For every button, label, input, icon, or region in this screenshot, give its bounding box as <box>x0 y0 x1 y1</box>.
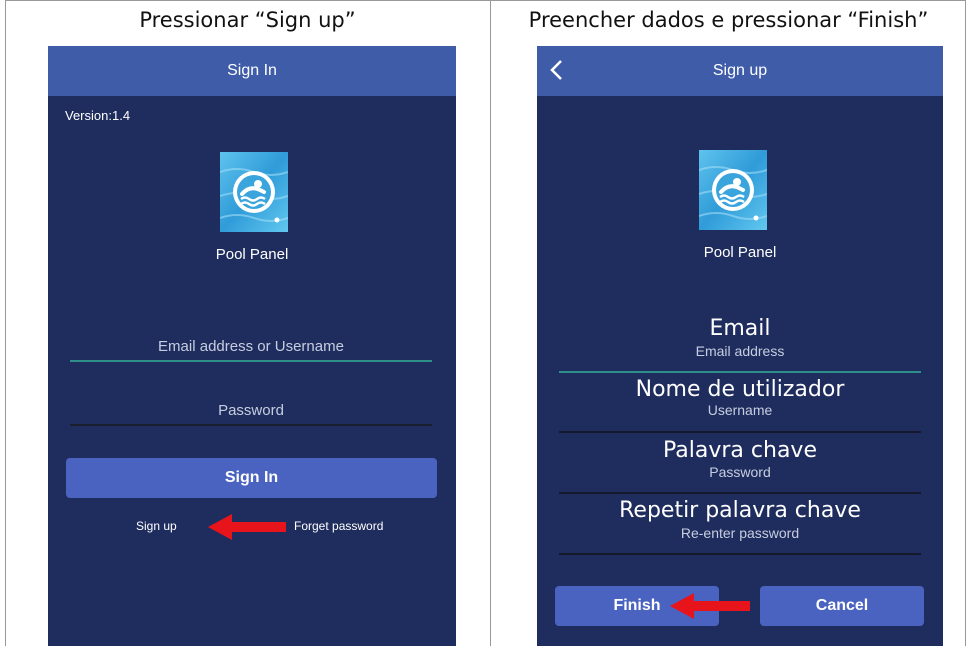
swimmer-logo-icon <box>220 152 288 232</box>
back-arrow-icon[interactable] <box>545 55 567 85</box>
password-field[interactable]: Password <box>537 464 943 480</box>
repeat-password-field[interactable]: Re-enter password <box>537 525 943 541</box>
username-label: Nome de utilizador <box>635 377 845 402</box>
email-field[interactable]: Email address <box>537 343 943 359</box>
caption-left: Pressionar “Sign up” <box>139 8 356 32</box>
forget-password-link[interactable]: Forget password <box>294 519 383 533</box>
email-underline <box>70 360 432 362</box>
signin-app-name: Pool Panel <box>215 246 289 263</box>
caption-right: Preencher dados e pressionar “Finish” <box>528 8 929 32</box>
email-underline <box>559 371 921 373</box>
signup-app-name: Pool Panel <box>703 244 777 261</box>
username-field[interactable]: Username <box>537 402 943 418</box>
repeat-password-label: Repetir palavra chave <box>619 498 861 523</box>
swimmer-logo-icon <box>699 150 767 230</box>
password-underline <box>70 424 432 426</box>
email-label: Email <box>709 316 771 341</box>
version-label: Version:1.4 <box>65 108 131 123</box>
email-username-placeholder: Email address or Username <box>158 338 344 355</box>
signup-appbar: Sign up <box>537 46 943 96</box>
signup-title: Sign up <box>712 62 768 79</box>
repeat-password-underline <box>559 553 921 555</box>
email-username-input[interactable]: Email address or Username <box>70 338 432 362</box>
cancel-button[interactable]: Cancel <box>760 586 924 626</box>
password-input[interactable]: Password <box>70 402 432 426</box>
signin-screen: Sign In Version:1.4 Pool Panel Email add… <box>48 46 456 646</box>
password-label: Palavra chave <box>663 438 817 463</box>
signup-screen: Sign up Pool Panel Email Email address N… <box>537 46 943 646</box>
username-underline <box>559 431 921 433</box>
column-divider <box>490 0 491 646</box>
red-arrow-icon <box>208 514 286 540</box>
signup-link[interactable]: Sign up <box>136 519 177 533</box>
signin-button[interactable]: Sign In <box>66 458 437 498</box>
signin-appbar: Sign In <box>48 46 456 96</box>
signin-title: Sign In <box>227 62 277 79</box>
password-underline <box>559 492 921 494</box>
password-placeholder: Password <box>218 402 284 419</box>
red-arrow-icon <box>670 593 750 619</box>
